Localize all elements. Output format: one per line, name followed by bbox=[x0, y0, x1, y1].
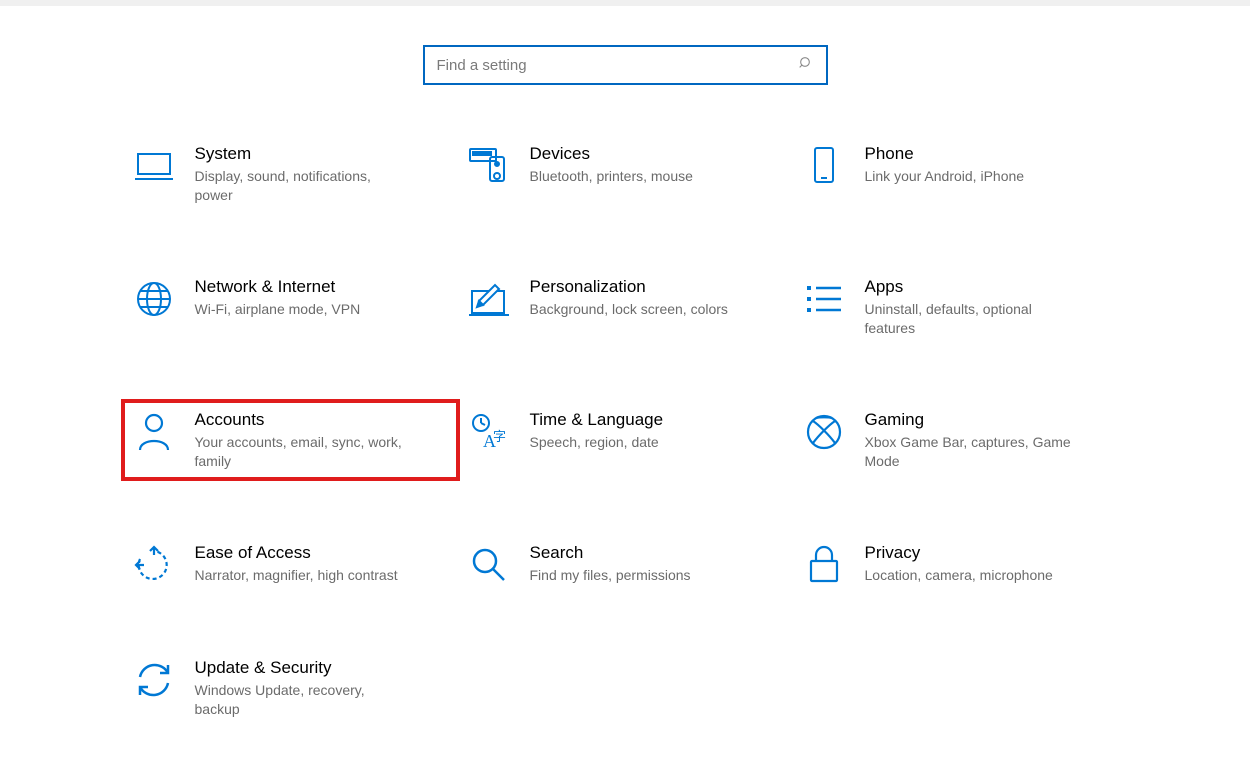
search-box[interactable] bbox=[423, 45, 828, 85]
tile-title: Ease of Access bbox=[195, 542, 398, 566]
apps-icon bbox=[803, 278, 845, 320]
tile-time-language[interactable]: A 字 Time & Language Speech, region, date bbox=[458, 401, 793, 479]
tile-desc: Background, lock screen, colors bbox=[530, 300, 728, 319]
tile-desc: Display, sound, notifications, power bbox=[195, 167, 405, 205]
person-icon bbox=[133, 411, 175, 453]
tile-gaming[interactable]: Gaming Xbox Game Bar, captures, Game Mod… bbox=[793, 401, 1128, 479]
update-icon bbox=[133, 659, 175, 701]
tile-title: Devices bbox=[530, 143, 693, 167]
lock-icon bbox=[803, 544, 845, 586]
tile-search[interactable]: Search Find my files, permissions bbox=[458, 534, 793, 594]
tile-title: Privacy bbox=[865, 542, 1053, 566]
tile-title: Apps bbox=[865, 276, 1075, 300]
tile-ease-of-access[interactable]: Ease of Access Narrator, magnifier, high… bbox=[123, 534, 458, 594]
tile-desc: Xbox Game Bar, captures, Game Mode bbox=[865, 433, 1075, 471]
tile-title: Accounts bbox=[195, 409, 405, 433]
tile-desc: Narrator, magnifier, high contrast bbox=[195, 566, 398, 585]
tile-title: Gaming bbox=[865, 409, 1075, 433]
tile-accounts[interactable]: Accounts Your accounts, email, sync, wor… bbox=[123, 401, 458, 479]
tile-desc: Windows Update, recovery, backup bbox=[195, 681, 405, 719]
settings-grid: System Display, sound, notifications, po… bbox=[123, 135, 1128, 727]
tile-phone[interactable]: Phone Link your Android, iPhone bbox=[793, 135, 1128, 213]
globe-icon bbox=[133, 278, 175, 320]
tile-desc: Speech, region, date bbox=[530, 433, 664, 452]
tile-title: Time & Language bbox=[530, 409, 664, 433]
tile-desc: Bluetooth, printers, mouse bbox=[530, 167, 693, 186]
paint-icon bbox=[468, 278, 510, 320]
svg-text:字: 字 bbox=[493, 429, 506, 444]
tile-title: Search bbox=[530, 542, 691, 566]
tile-update-security[interactable]: Update & Security Windows Update, recove… bbox=[123, 649, 458, 727]
tile-desc: Your accounts, email, sync, work, family bbox=[195, 433, 405, 471]
tile-desc: Find my files, permissions bbox=[530, 566, 691, 585]
tile-title: Network & Internet bbox=[195, 276, 361, 300]
tile-personalization[interactable]: Personalization Background, lock screen,… bbox=[458, 268, 793, 346]
tile-desc: Location, camera, microphone bbox=[865, 566, 1053, 585]
tile-title: Phone bbox=[865, 143, 1025, 167]
devices-icon bbox=[468, 145, 510, 187]
tile-system[interactable]: System Display, sound, notifications, po… bbox=[123, 135, 458, 213]
search-wrap bbox=[0, 6, 1250, 135]
ease-icon bbox=[133, 544, 175, 586]
tile-desc: Wi-Fi, airplane mode, VPN bbox=[195, 300, 361, 319]
tile-network[interactable]: Network & Internet Wi-Fi, airplane mode,… bbox=[123, 268, 458, 346]
phone-icon bbox=[803, 145, 845, 187]
tile-devices[interactable]: Devices Bluetooth, printers, mouse bbox=[458, 135, 793, 213]
tile-desc: Uninstall, defaults, optional features bbox=[865, 300, 1075, 338]
system-icon bbox=[133, 145, 175, 187]
tile-title: Update & Security bbox=[195, 657, 405, 681]
tile-title: System bbox=[195, 143, 405, 167]
tile-desc: Link your Android, iPhone bbox=[865, 167, 1025, 186]
time-language-icon: A 字 bbox=[468, 411, 510, 453]
tile-apps[interactable]: Apps Uninstall, defaults, optional featu… bbox=[793, 268, 1128, 346]
tile-privacy[interactable]: Privacy Location, camera, microphone bbox=[793, 534, 1128, 594]
search-icon bbox=[798, 55, 814, 76]
search-input[interactable] bbox=[437, 57, 798, 74]
tile-title: Personalization bbox=[530, 276, 728, 300]
xbox-icon bbox=[803, 411, 845, 453]
magnifier-icon bbox=[468, 544, 510, 586]
